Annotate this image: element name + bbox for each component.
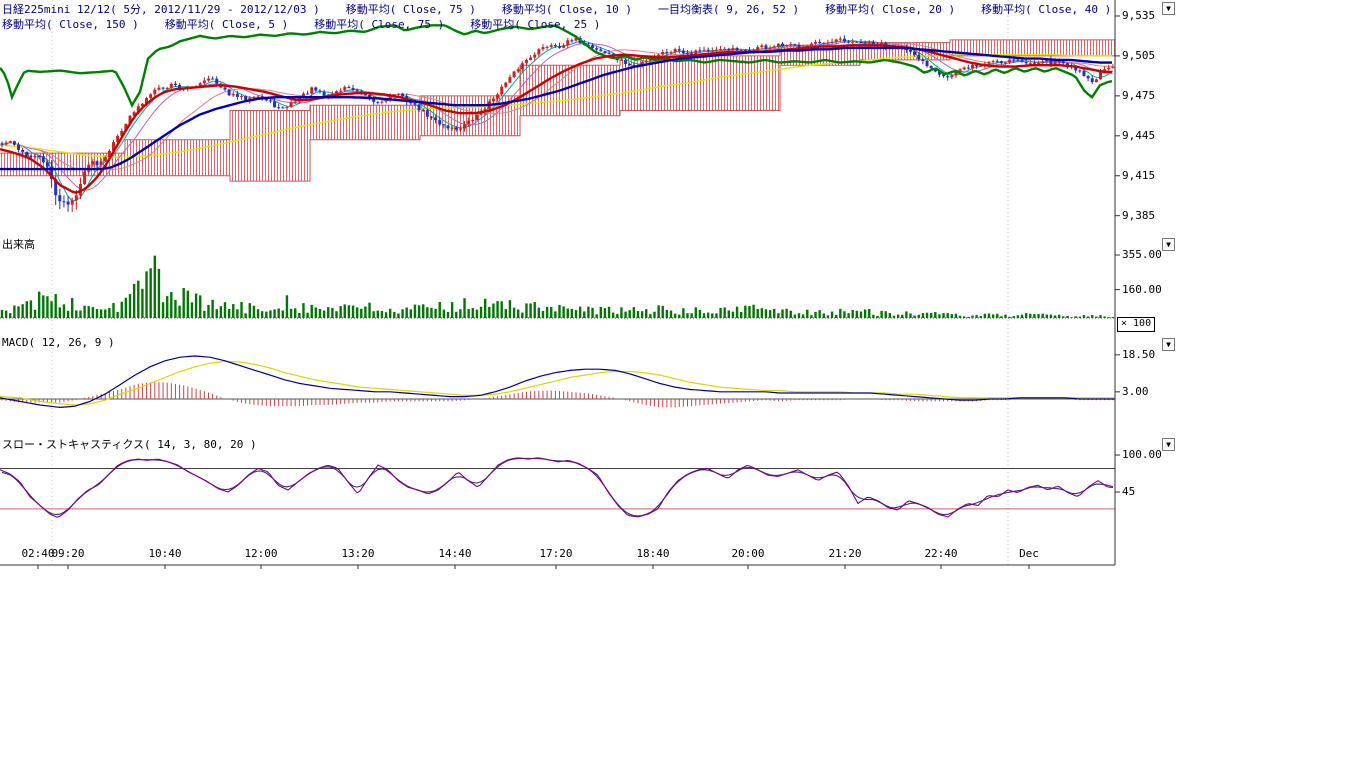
time-axis-label: 22:40 (924, 547, 957, 560)
indicator-label: 移動平均( Close, 150 ) (2, 18, 139, 31)
indicator-header-row2: 移動平均( Close, 150 ) 移動平均( Close, 5 ) 移動平均( … (2, 16, 626, 32)
time-axis-label: 10:40 (148, 547, 181, 560)
time-axis-label: 12:00 (244, 547, 277, 560)
macd-axis-label: 3.00 (1122, 385, 1149, 398)
macd-pane-title: MACD( 12, 26, 9 ) (2, 336, 115, 349)
price-axis-label: 9,535 (1122, 9, 1155, 22)
time-axis-label: Dec (1019, 547, 1039, 560)
time-axis-label: 18:40 (636, 547, 669, 560)
price-axis-label: 9,505 (1122, 49, 1155, 62)
time-axis-label: 20:00 (731, 547, 764, 560)
volume-pane-title: 出来高 (2, 236, 35, 252)
price-pane-layer (0, 25, 1115, 212)
indicator-label: 移動平均( Close, 40 ) (981, 3, 1111, 16)
indicator-label: 移動平均( Close, 20 ) (825, 3, 955, 16)
candlestick-layer (1, 35, 1115, 212)
indicator-label: 移動平均( Close, 5 ) (165, 18, 288, 31)
volume-axis-label: 355.00 (1122, 248, 1162, 261)
macd-pane-scroll-down-button[interactable]: ▼ (1162, 338, 1175, 351)
price-axis-label: 9,475 (1122, 89, 1155, 102)
indicator-label: 移動平均( Close, 25 ) (470, 18, 600, 31)
chart-window: 日経225mini 12/12( 5分, 2012/11/29 - 2012/1… (0, 0, 1366, 768)
stochastics-pane-layer (0, 458, 1115, 517)
time-axis-label: 21:20 (828, 547, 861, 560)
price-axis-label: 9,385 (1122, 209, 1155, 222)
chart-title: 日経225mini 12/12( 5分, 2012/11/29 - 2012/1… (2, 3, 320, 16)
time-axis-label: 14:40 (438, 547, 471, 560)
indicator-label: 移動平均( Close, 75 ) (346, 3, 476, 16)
macd-pane-layer (0, 356, 1115, 407)
volume-pane-scroll-down-button[interactable]: ▼ (1162, 238, 1175, 251)
price-axis-label: 9,445 (1122, 129, 1155, 142)
stochastics-pane-scroll-down-button[interactable]: ▼ (1162, 438, 1175, 451)
indicator-label: 移動平均( Close, 10 ) (502, 3, 632, 16)
time-axis-label: 17:20 (539, 547, 572, 560)
price-pane-scroll-down-button[interactable]: ▼ (1162, 2, 1175, 15)
indicator-label: 移動平均( Close, 75 ) (314, 18, 444, 31)
macd-line (0, 356, 1115, 407)
stochastics-axis-label: 45 (1122, 485, 1135, 498)
stochastics-d-line (2, 458, 1113, 516)
volume-multiplier-badge: × 100 (1117, 317, 1155, 332)
volume-pane-layer (2, 256, 1113, 318)
price-axis-label: 9,415 (1122, 169, 1155, 182)
ichimoku-cloud (0, 40, 1115, 181)
indicator-header-row1: 日経225mini 12/12( 5分, 2012/11/29 - 2012/1… (2, 1, 1137, 17)
macd-axis-label: 18.50 (1122, 348, 1155, 361)
time-axis-label: 09:20 (51, 547, 84, 560)
stochastics-pane-title: スロー・ストキャスティクス( 14, 3, 80, 20 ) (2, 436, 257, 452)
indicator-label: 一目均衡表( 9, 26, 52 ) (658, 3, 799, 16)
chart-canvas[interactable] (0, 0, 1200, 580)
stochastics-axis-label: 100.00 (1122, 448, 1162, 461)
time-axis-label: 02:40 (21, 547, 54, 560)
time-axis-label: 13:20 (341, 547, 374, 560)
volume-axis-label: 160.00 (1122, 283, 1162, 296)
stochastics-k-line (0, 458, 1113, 517)
